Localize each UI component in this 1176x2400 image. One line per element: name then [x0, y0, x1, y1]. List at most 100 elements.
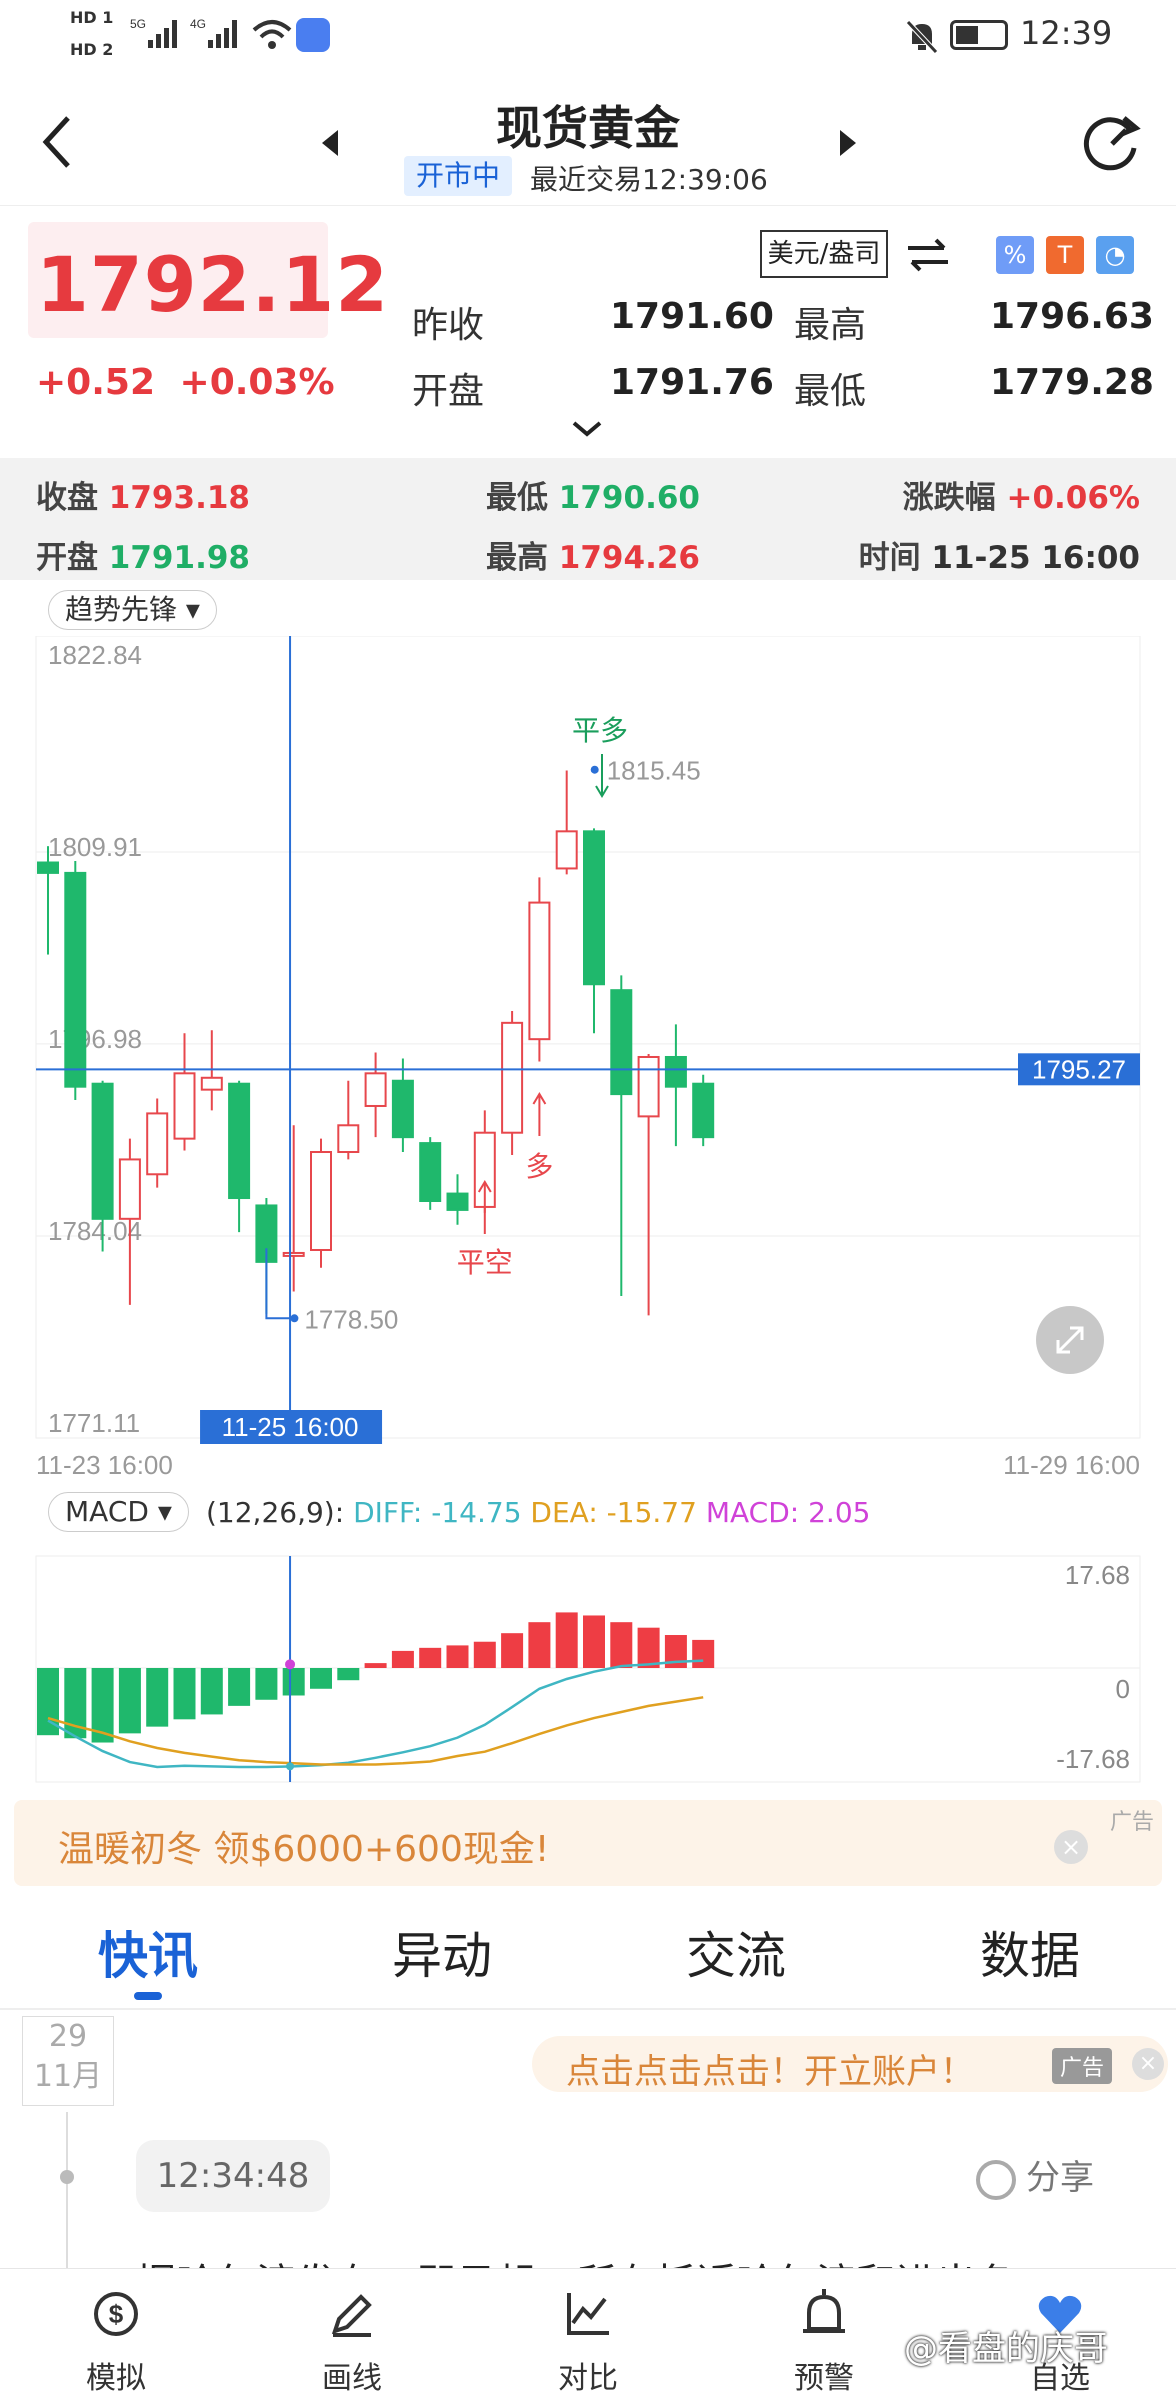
candle-body	[64, 871, 87, 1088]
unit-selector[interactable]: 美元/盎司	[760, 230, 888, 278]
macd-bar	[610, 1622, 633, 1668]
candle-body	[664, 1055, 687, 1088]
app-notification-icon	[296, 18, 330, 52]
candle-body	[501, 1021, 524, 1134]
news-headline[interactable]: 据哈尔滨发布：即日起，所有抵近哈尔滨和进出冬	[136, 2244, 1146, 2270]
svg-text:5G: 5G	[130, 17, 146, 31]
expand-chevron-icon[interactable]	[572, 420, 602, 442]
dollar-cycle-icon: $	[56, 2287, 176, 2347]
bottom-nav: $ 模拟 画线 对比 预警 自选 @看盘的庆哥	[0, 2268, 1176, 2400]
diff-marker	[286, 1762, 295, 1771]
macd-bar	[173, 1668, 196, 1720]
timeline-dot	[60, 2170, 74, 2184]
wifi-icon	[252, 16, 292, 56]
y-tick-label: 1796.98	[48, 1024, 142, 1054]
macd-params: (12,26,9):	[206, 1496, 345, 1529]
promo-close-icon[interactable]: ×	[1132, 2048, 1164, 2080]
candle-body	[146, 1112, 169, 1176]
indicator-selector[interactable]: 趋势先锋 ▾	[48, 590, 217, 630]
ad-banner[interactable]: 温暖初冬 领$6000+600现金! × 广告	[14, 1800, 1162, 1886]
nav-draw[interactable]: 画线	[292, 2287, 412, 2397]
candle-body	[419, 1142, 442, 1202]
macd-bar	[364, 1663, 387, 1668]
candle-body	[364, 1072, 387, 1107]
tab-data[interactable]: 数据	[980, 1916, 1080, 1988]
high-label: 最高	[794, 305, 867, 346]
date-month: 11月	[33, 2059, 103, 2094]
date-day: 29	[48, 2019, 88, 2054]
tab-active-indicator	[134, 1992, 162, 2000]
promo-text: 点击点击点击！开立账户！	[566, 2052, 974, 2092]
macd-bar	[692, 1639, 715, 1668]
band-high: 最高 1794.26	[486, 540, 700, 576]
open-label: 开盘	[412, 371, 485, 412]
share-icon	[976, 2159, 1016, 2200]
y-tick-label: 1822.84	[48, 640, 142, 670]
nav-alert[interactable]: 预警	[764, 2287, 884, 2397]
candlestick-chart[interactable]: 1822.84 1809.91 1796.98 1784.04 1771.11 11-23…	[0, 636, 1176, 1480]
macd-selector[interactable]: MACD ▾	[48, 1492, 189, 1532]
mute-bell-icon	[904, 18, 940, 58]
pie-chart-icon[interactable]: ◔	[1096, 236, 1134, 274]
price-change: +0.52 +0.03%	[36, 362, 335, 403]
cursor-price-label: 1795.27	[1032, 1054, 1126, 1084]
last-trade-time: 最近交易12:39:06	[530, 163, 768, 196]
ad-text: 温暖初冬 领$6000+600现金!	[58, 1829, 550, 1870]
macd-dea: DEA: -15.77	[530, 1496, 697, 1529]
candle-body	[446, 1192, 469, 1211]
signal-long: 多	[525, 1150, 553, 1183]
band-close: 收盘 1793.18	[36, 480, 250, 516]
band-open: 开盘 1791.98	[36, 540, 250, 576]
candle-body	[637, 1055, 660, 1118]
tab-news[interactable]: 快讯	[98, 1916, 198, 1988]
macd-bar	[146, 1668, 169, 1727]
macd-bar	[446, 1645, 469, 1668]
tab-movement[interactable]: 异动	[392, 1916, 492, 1988]
pen-icon	[292, 2287, 412, 2347]
candle-body	[555, 830, 578, 870]
candle-body	[37, 861, 59, 874]
macd-bar	[118, 1668, 141, 1734]
candle-body	[282, 1251, 305, 1257]
swap-icon[interactable]	[906, 236, 950, 276]
nav-compare[interactable]: 对比	[528, 2287, 648, 2397]
macd-bar	[255, 1668, 278, 1700]
macd-bar	[310, 1668, 332, 1689]
timeline-line	[66, 2112, 68, 2272]
chart-frame	[35, 636, 1141, 1439]
fire-icon[interactable]: T	[1046, 236, 1084, 274]
promo-banner[interactable]: 点击点击点击！开立账户！ 广告 ×	[532, 2036, 1168, 2092]
share-button[interactable]: 分享	[976, 2150, 1094, 2200]
promo-tag: 广告	[1052, 2048, 1113, 2084]
news-timestamp: 12:34:48	[136, 2140, 330, 2212]
candle-body	[528, 901, 551, 1041]
macd-bar	[419, 1647, 442, 1668]
y-tick-label: 1809.91	[48, 832, 142, 862]
macd-bar	[228, 1668, 251, 1706]
prev-close-label: 昨收	[412, 305, 485, 346]
macd-bar	[501, 1633, 524, 1668]
svg-text:$: $	[109, 2299, 124, 2329]
next-instrument-icon[interactable]	[836, 128, 858, 162]
nav-simulate[interactable]: $ 模拟	[56, 2287, 176, 2397]
macd-bar	[200, 1668, 223, 1715]
candle-body	[692, 1082, 715, 1139]
refresh-icon[interactable]	[1080, 108, 1144, 176]
macd-y-label: -17.68	[1056, 1744, 1130, 1774]
hd2-icon: HD 2	[70, 40, 114, 59]
macd-bar	[583, 1615, 605, 1668]
candle-body	[200, 1076, 223, 1091]
ad-close-icon[interactable]: ×	[1054, 1830, 1088, 1864]
tabs-divider	[0, 2008, 1176, 2010]
percent-icon[interactable]: %	[996, 236, 1034, 274]
tab-community[interactable]: 交流	[686, 1916, 786, 1988]
candle-body	[337, 1124, 360, 1154]
candle-body	[228, 1082, 251, 1200]
x-tick-start: 11-23 16:00	[36, 1450, 173, 1480]
x-tick-end: 11-29 16:00	[1003, 1450, 1140, 1480]
macd-bar	[555, 1612, 578, 1668]
band-time: 时间 11-25 16:00	[858, 540, 1140, 576]
macd-value: MACD: 2.05	[705, 1496, 871, 1529]
macd-chart[interactable]: 17.68 0 -17.68	[0, 1550, 1176, 1790]
change-value: +0.52	[36, 362, 155, 403]
